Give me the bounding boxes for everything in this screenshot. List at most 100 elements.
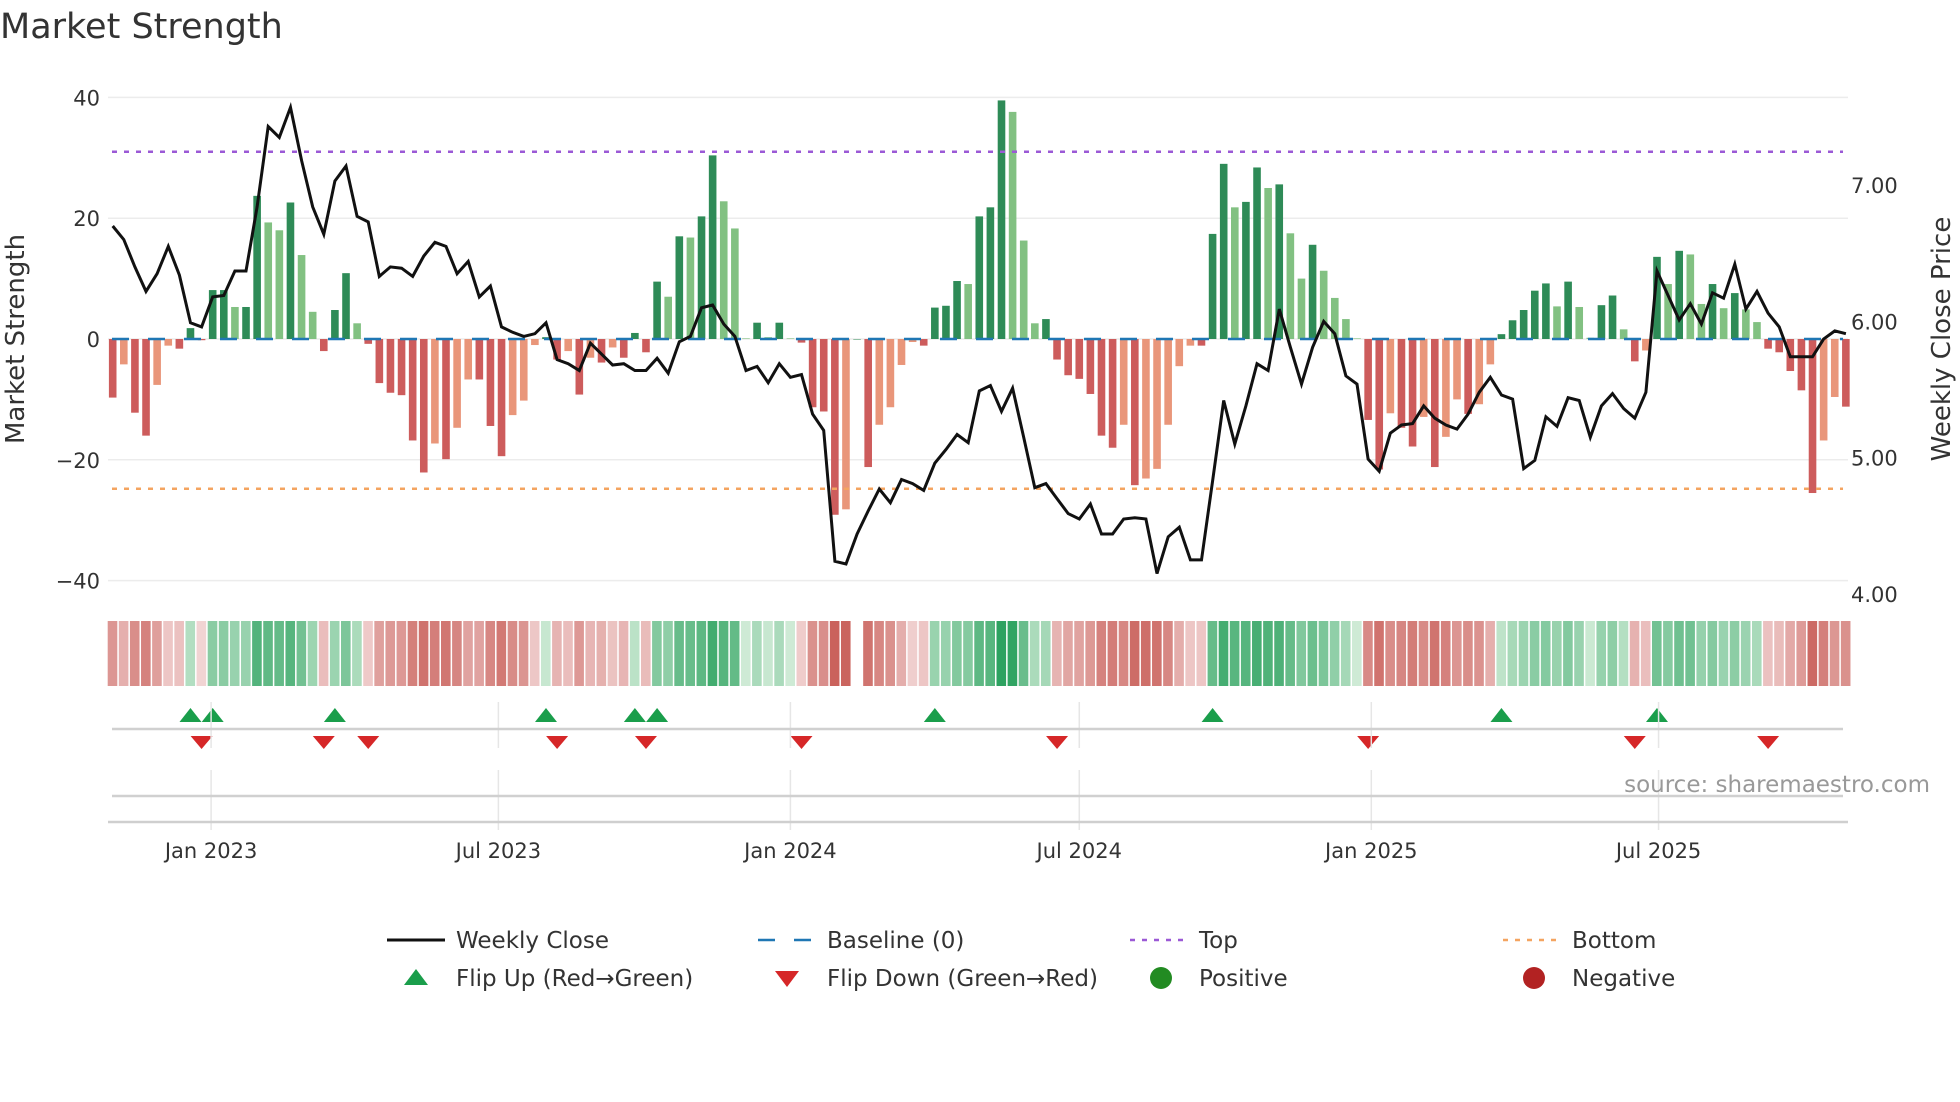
strip-cell [252, 621, 262, 686]
strip-cell [1163, 621, 1173, 686]
strength-bar [275, 230, 284, 339]
strip-cell [141, 621, 151, 686]
strip-cell [452, 621, 462, 686]
strength-bar [1775, 339, 1783, 353]
source-credit: source: sharemaestro.com [1624, 772, 1930, 798]
strip-cell [474, 621, 484, 686]
strip-cell [707, 621, 718, 686]
strip-cell [1563, 621, 1573, 686]
strip-cell [552, 621, 562, 686]
flip-down-marker [1623, 736, 1646, 749]
strength-bar [242, 306, 250, 339]
strength-bar [742, 338, 750, 339]
strength-bar [1031, 323, 1039, 339]
strip-cell [1496, 621, 1507, 686]
strip-cell [896, 621, 907, 686]
strip-cell [1274, 621, 1284, 686]
strip-cell [618, 621, 629, 686]
strip-cell [307, 621, 318, 686]
strength-bar [1108, 339, 1117, 448]
strength-bar [419, 339, 428, 473]
strip-cell [774, 621, 784, 686]
strip-cell [874, 621, 884, 686]
strength-bar [153, 339, 161, 385]
strip-cell [1063, 621, 1073, 686]
strength-bar [286, 202, 295, 339]
strength-bar [1819, 339, 1828, 441]
flip-down-marker [312, 736, 335, 749]
strip-cell [1196, 621, 1207, 686]
legend-label: Baseline (0) [827, 928, 964, 954]
strip-cell [1740, 621, 1751, 686]
strip-cell [985, 621, 995, 686]
strength-bar [353, 323, 361, 339]
strength-heat-strip [107, 621, 1851, 686]
strip-cell [463, 621, 473, 686]
strip-cell [785, 621, 796, 686]
flip-down-marker [190, 736, 213, 749]
strip-cell [363, 621, 373, 686]
strength-bar [142, 339, 150, 436]
legend-label: Top [1198, 928, 1238, 954]
strength-bar [653, 281, 661, 339]
axes: 40 20 0 −20 −40 7.00 6.00 5.00 4.00 Jan 2023 Jul 2… [56, 86, 1898, 863]
strip-cell [1240, 621, 1251, 686]
strip-cell [1229, 621, 1240, 686]
strength-bar [1575, 306, 1584, 339]
strength-bar [886, 339, 895, 408]
strength-bar [408, 339, 417, 441]
strip-cell [1429, 621, 1440, 686]
strength-bar [1153, 339, 1161, 469]
strength-bar [1486, 339, 1495, 365]
strip-cell [1529, 621, 1540, 686]
flip-up-marker [923, 708, 946, 722]
strength-bar [375, 339, 384, 384]
strength-bar [686, 237, 695, 339]
strength-bar [1086, 339, 1095, 394]
strength-bar [1686, 254, 1695, 339]
strength-bar [1719, 308, 1728, 339]
strip-cell [274, 621, 284, 686]
strength-bar [1042, 319, 1050, 339]
legend-circle-positive-icon [1150, 967, 1172, 989]
strength-bar [431, 339, 439, 444]
strip-cell [496, 621, 507, 686]
strength-bar [1464, 339, 1472, 414]
strip-cell [429, 621, 440, 686]
strength-bar [942, 305, 950, 339]
strip-cell [1574, 621, 1584, 686]
strip-cell [807, 621, 818, 686]
strength-bar [464, 339, 473, 380]
strip-cell [629, 621, 640, 686]
strip-cell [1218, 621, 1229, 686]
strength-bar [442, 339, 450, 460]
strength-bar [319, 339, 328, 352]
legend-item: Baseline (0) [758, 928, 964, 954]
strip-cell [107, 621, 118, 686]
strength-bar [331, 310, 339, 339]
strength-bar [186, 328, 195, 339]
strip-cell [907, 621, 918, 686]
strength-bar [1453, 339, 1461, 400]
strip-cell [1407, 621, 1418, 686]
flip-up-marker [623, 708, 646, 722]
strength-bar [342, 273, 350, 339]
strip-cell [1096, 621, 1107, 686]
flip-down-marker [1357, 736, 1380, 749]
flip-up-marker [1201, 708, 1224, 722]
strip-cell [1651, 621, 1662, 686]
strip-cell [1352, 621, 1362, 686]
strength-bar [220, 290, 228, 339]
strip-cell [241, 621, 251, 686]
strength-bar [1253, 167, 1261, 339]
legend-triangle-up-icon [404, 969, 428, 985]
strength-bar [1519, 310, 1528, 339]
y-tick-label: −20 [56, 449, 100, 473]
strength-bar [975, 216, 984, 339]
strip-cell [329, 621, 340, 686]
strength-bar [1097, 339, 1106, 436]
strip-cell [1107, 621, 1118, 686]
strength-bar [1797, 339, 1806, 391]
strip-cell [1796, 621, 1807, 686]
strip-cell [940, 621, 951, 686]
